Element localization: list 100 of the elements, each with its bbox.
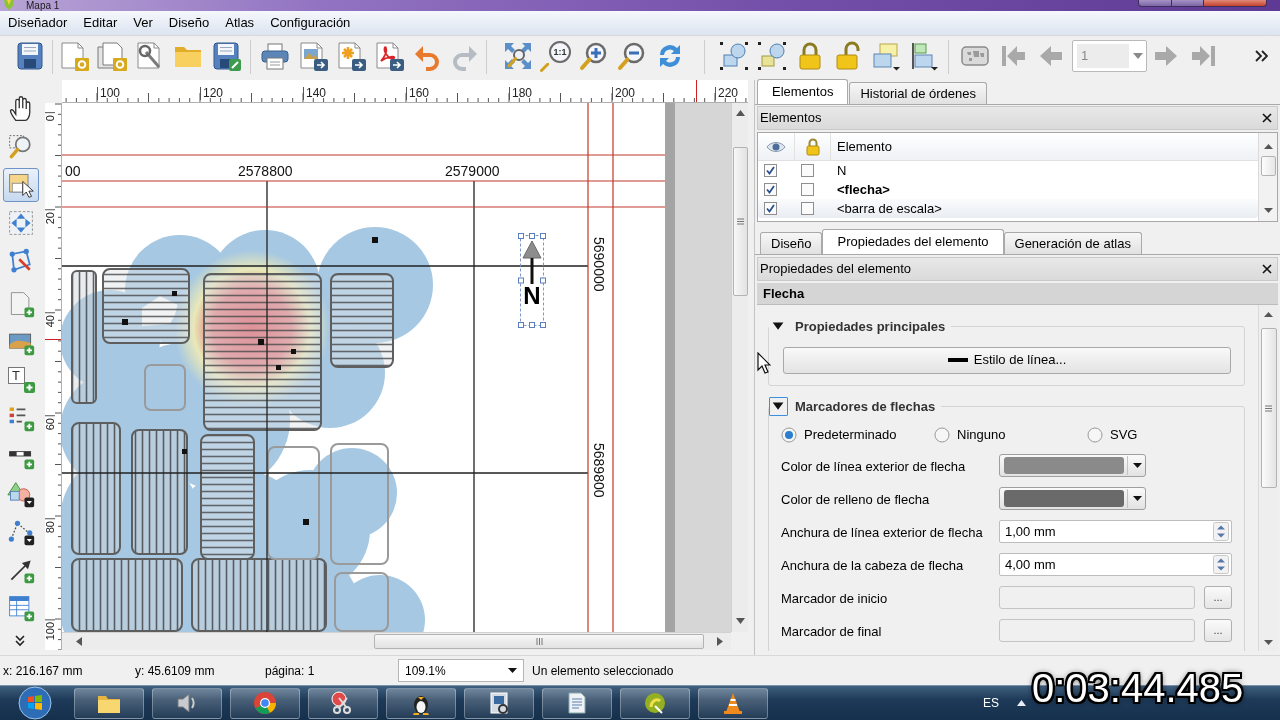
line-style-button[interactable]: Estilo de línea...	[783, 346, 1231, 374]
menu-item[interactable]: Diseñador	[8, 15, 68, 31]
menu-item[interactable]: Configuración	[270, 15, 351, 31]
scroll-down-icon[interactable]	[735, 618, 745, 624]
minimize-button[interactable]	[1138, 0, 1172, 7]
scroll-up-icon[interactable]	[735, 110, 745, 116]
horizontal-scrollbar[interactable]	[62, 632, 731, 650]
color-button[interactable]	[999, 454, 1146, 477]
north-arrow-icon	[522, 240, 542, 284]
double-chevron-icon[interactable]	[1254, 49, 1268, 63]
checkbox[interactable]	[764, 202, 777, 215]
taskbar-button[interactable]	[152, 687, 222, 719]
table-plus-icon	[7, 594, 35, 622]
field-label: Color de relleno de flecha	[781, 491, 930, 507]
cursor-select-icon	[7, 171, 35, 199]
radio-button[interactable]	[1087, 427, 1103, 443]
menu-item[interactable]: Diseño	[168, 15, 210, 31]
scroll-left-icon[interactable]	[76, 637, 82, 646]
spin-arrows-icon[interactable]	[1213, 522, 1229, 541]
scroll-down-icon[interactable]	[1263, 208, 1273, 213]
menu-item[interactable]: Atlas	[225, 15, 255, 31]
menu-item[interactable]: Ver	[133, 15, 153, 31]
scrollbar-thumb[interactable]	[374, 634, 704, 649]
checkbox[interactable]	[801, 202, 814, 215]
taskbar-button[interactable]	[542, 687, 612, 719]
printer-icon[interactable]	[259, 40, 291, 72]
close-icon[interactable]	[1262, 264, 1272, 274]
taskbar-button[interactable]	[464, 687, 534, 719]
zoom-extent-icon[interactable]	[502, 40, 534, 72]
column-header: Elemento	[837, 137, 892, 156]
close-icon[interactable]	[1262, 113, 1272, 123]
tab[interactable]: Generación de atlas	[1003, 232, 1142, 254]
add-label-tool[interactable]: T	[3, 363, 39, 397]
vertical-scrollbar[interactable]	[731, 103, 748, 632]
checkbox[interactable]	[764, 164, 777, 177]
scroll-up-icon[interactable]	[1264, 312, 1273, 317]
taskbar-button[interactable]	[74, 687, 144, 719]
eye-icon	[766, 140, 786, 153]
dock-title: Propiedades del elemento	[760, 260, 912, 279]
radio-button[interactable]	[781, 427, 797, 443]
grid-label: 5689800	[592, 443, 606, 498]
ungroup-icon[interactable]	[756, 40, 788, 72]
scrollbar-thumb[interactable]	[1260, 328, 1277, 488]
browse-button[interactable]: ...	[1204, 619, 1232, 642]
tab[interactable]: Historial de órdenes	[849, 82, 988, 104]
taskbar-button[interactable]	[230, 687, 300, 719]
tab[interactable]: Diseño	[760, 232, 823, 254]
vertical-scrollbar[interactable]	[1258, 133, 1277, 221]
scroll-up-icon[interactable]	[1263, 144, 1273, 149]
scroll-right-icon[interactable]	[717, 637, 723, 646]
menu-item[interactable]: Editar	[83, 15, 118, 31]
grip-icon	[1265, 404, 1272, 412]
ruler-label: 140	[303, 87, 327, 100]
taskbar-button[interactable]	[308, 687, 378, 719]
group-icon[interactable]	[718, 40, 750, 72]
spin-field[interactable]: 4,00 mm	[999, 553, 1232, 576]
window-title: Mapa 1	[26, 0, 60, 11]
double-chevron-icon[interactable]	[14, 635, 26, 647]
tab[interactable]: Elementos	[757, 79, 849, 104]
show-hidden-icons-icon[interactable]	[1017, 700, 1026, 706]
path-field[interactable]	[999, 586, 1195, 609]
checkbox[interactable]	[801, 183, 814, 196]
taskbar-button[interactable]	[620, 687, 690, 719]
tab[interactable]: Propiedades del elemento	[822, 229, 1004, 254]
save-icon[interactable]	[14, 40, 46, 72]
image-export-icon[interactable]	[297, 40, 329, 72]
checkbox[interactable]	[764, 183, 777, 196]
checkbox[interactable]	[801, 164, 814, 177]
pdf-export-icon[interactable]	[373, 40, 405, 72]
lock-icon	[805, 137, 820, 156]
spin-field[interactable]: 1,00 mm	[999, 520, 1232, 543]
section-title: Flecha	[757, 283, 1278, 305]
browse-button[interactable]: ...	[1204, 586, 1232, 609]
grid-label: 2578800	[238, 163, 293, 179]
magnifier-handle-icon	[540, 63, 549, 72]
scroll-down-icon[interactable]	[1264, 640, 1273, 645]
dock-title: Elementos	[760, 109, 822, 128]
language-indicator[interactable]: ES	[983, 694, 999, 712]
close-button[interactable]	[1204, 0, 1267, 7]
zoom-combobox[interactable]: 109.1%	[398, 659, 524, 682]
caret-icon	[1133, 53, 1143, 59]
row-label: N	[836, 162, 847, 180]
radio-button[interactable]	[934, 427, 950, 443]
zoom-actual-size-button[interactable]: 1:1	[540, 40, 572, 72]
maximize-button[interactable]	[1172, 0, 1204, 7]
asterisk-export-icon[interactable]	[335, 40, 367, 72]
save-pencil-icon[interactable]	[210, 40, 242, 72]
scrollbar-thumb[interactable]	[1260, 156, 1276, 176]
scrollbar-thumb[interactable]	[732, 147, 748, 296]
select-move-tool[interactable]	[3, 168, 39, 202]
ruler-label: 200	[612, 87, 636, 100]
color-button[interactable]	[999, 487, 1146, 510]
app-icon	[2, 0, 16, 10]
group-title: Marcadores de flechas	[795, 397, 937, 416]
spin-arrows-icon[interactable]	[1213, 555, 1229, 574]
start-button-icon[interactable]	[18, 686, 52, 720]
taskbar-button[interactable]	[386, 687, 456, 719]
table-row[interactable]: <barra de escala>	[758, 199, 1258, 218]
path-field[interactable]	[999, 619, 1195, 642]
radio-label: Ninguno	[957, 426, 1006, 445]
